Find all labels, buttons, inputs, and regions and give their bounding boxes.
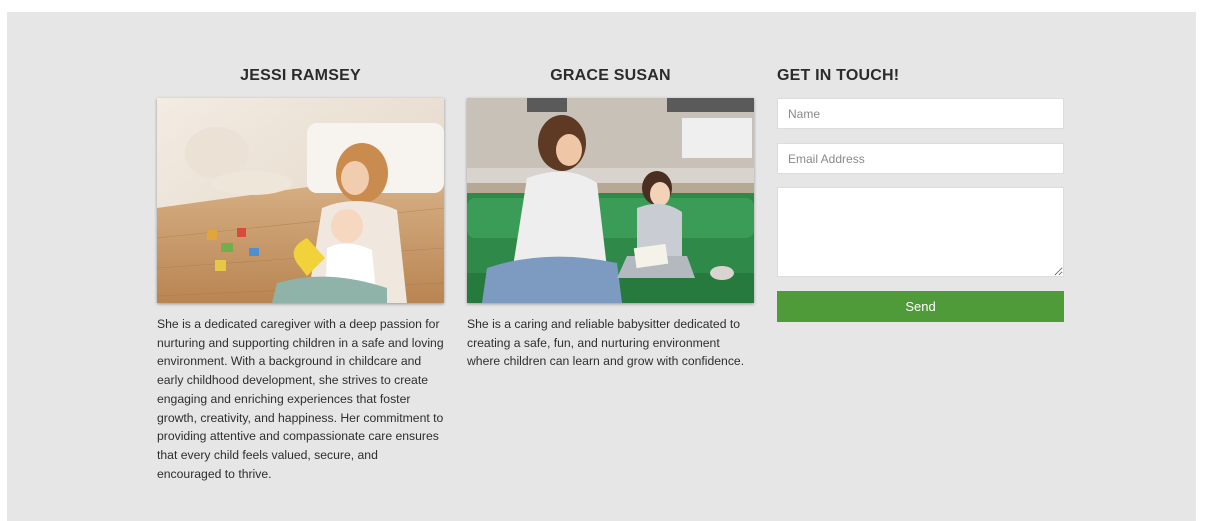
profile-name: JESSI RAMSEY bbox=[240, 67, 361, 84]
profile-photo-jessi bbox=[157, 98, 444, 303]
profile-card-grace: GRACE SUSAN She is a caring and reliable… bbox=[467, 64, 754, 371]
profile-name: GRACE SUSAN bbox=[550, 67, 671, 84]
profile-bio: She is a dedicated caregiver with a deep… bbox=[157, 317, 444, 481]
send-button[interactable]: Send bbox=[777, 291, 1064, 322]
contact-form: GET IN TOUCH! Send bbox=[777, 64, 1064, 322]
name-field[interactable] bbox=[777, 98, 1064, 129]
email-field[interactable] bbox=[777, 143, 1064, 174]
profile-bio: She is a caring and reliable babysitter … bbox=[467, 317, 745, 369]
contact-title: GET IN TOUCH! bbox=[777, 67, 900, 84]
profile-photo-grace bbox=[467, 98, 754, 303]
content-panel: JESSI RAMSEY She is a dedicated caregive… bbox=[7, 12, 1196, 521]
profile-card-jessi: JESSI RAMSEY She is a dedicated caregive… bbox=[157, 64, 444, 483]
message-field[interactable] bbox=[777, 187, 1064, 277]
